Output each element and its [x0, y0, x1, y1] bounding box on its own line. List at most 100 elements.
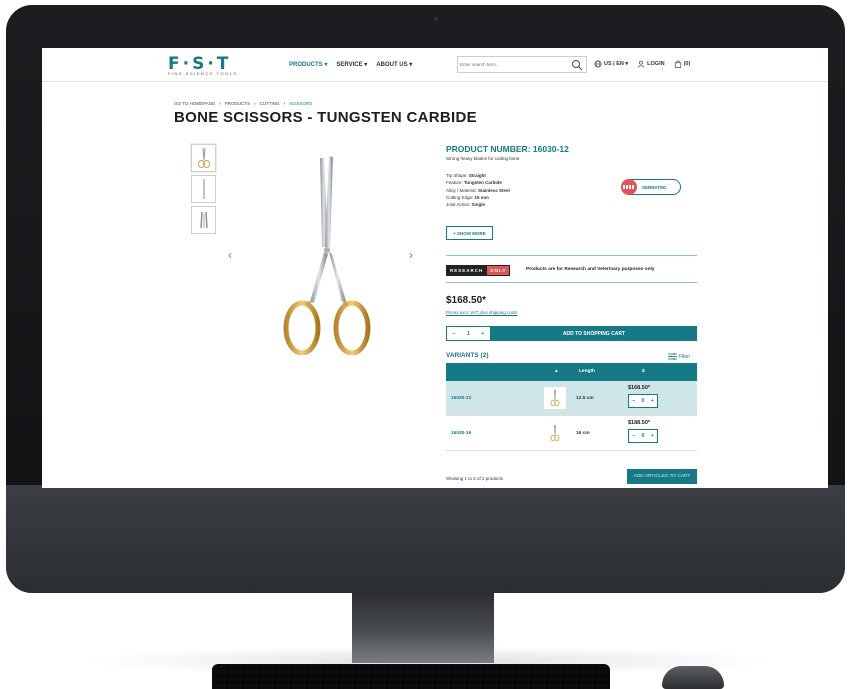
product-image-scissors — [283, 156, 371, 355]
serrated-badge: SERRATED — [621, 179, 681, 195]
search-box — [457, 56, 587, 73]
plus-icon[interactable]: + — [651, 398, 654, 404]
spec-label: Cutting Edge: — [446, 194, 475, 200]
monitor-stand — [352, 593, 494, 663]
menu-products[interactable]: PRODUCTS ▾ — [289, 61, 327, 68]
plus-icon[interactable]: + — [481, 331, 484, 337]
cart-link[interactable]: (0) — [674, 60, 691, 68]
scissors-closeup-thumbnail-icon — [199, 211, 208, 229]
region-selector[interactable]: US | EN ▾ — [594, 60, 628, 68]
scissors-thumbnail-icon — [550, 389, 560, 407]
variant-price: $188.50* — [628, 420, 651, 426]
variants-title: VARIANTS (2) — [446, 352, 489, 359]
quantity-value[interactable]: 1 — [467, 331, 470, 337]
breadcrumb-home[interactable]: GO TO HOMEPAGE — [174, 101, 215, 106]
thumbnail-2[interactable] — [191, 175, 216, 203]
chevron-right-icon: › — [219, 101, 221, 106]
spec-label: Feature: — [446, 180, 465, 186]
filter-button[interactable]: Filter — [668, 353, 690, 360]
serrated-label: SERRATED — [642, 184, 667, 190]
spec-tip-shape: Tip Shape: Straight — [446, 172, 510, 179]
browser-viewport: F·S·T FINE SCIENCE TOOLS PRODUCTS ▾ SERV… — [42, 48, 828, 488]
breadcrumb: GO TO HOMEPAGE › PRODUCTS › CUTTING › SC… — [174, 101, 312, 106]
search-icon[interactable] — [571, 59, 583, 71]
add-articles-to-cart-button[interactable]: ADD ARTICLES TO CART — [627, 469, 697, 484]
thumbnail-3[interactable] — [191, 206, 216, 234]
serrated-edge-icon — [621, 179, 637, 195]
product-description: Strong heavy blades for cutting bone. — [446, 156, 521, 161]
spec-joint-action: Joint Action: Single — [446, 201, 510, 208]
spec-value: Single — [471, 202, 486, 208]
divider — [446, 255, 697, 256]
add-to-cart-button[interactable]: ADD TO SHOPPING CART — [491, 326, 697, 341]
research-only-badge: RESEARCH ONLY — [446, 265, 511, 276]
quantity-value[interactable]: 0 — [642, 398, 645, 404]
search-input[interactable] — [460, 59, 560, 70]
chevron-right-icon: › — [254, 101, 256, 106]
menu-about-us[interactable]: ABOUT US ▾ — [376, 61, 412, 68]
user-icon — [637, 60, 645, 68]
spec-value: Stainless Steel — [478, 187, 510, 193]
price-note-link[interactable]: Prices excl. VAT plus shipping costs — [446, 310, 518, 315]
mouse — [662, 666, 724, 689]
globe-icon — [594, 60, 602, 68]
variant-thumbnail — [544, 422, 566, 444]
page-title: BONE SCISSORS - TUNGSTEN CARBIDE — [174, 109, 477, 126]
filter-sliders-icon — [668, 353, 677, 360]
gallery-next-arrow-icon[interactable]: › — [409, 248, 413, 262]
column-price[interactable]: $ — [642, 369, 645, 374]
login-label: LOGIN — [647, 61, 665, 67]
spec-label: Alloy / Material: — [446, 187, 479, 193]
logo-tagline: FINE SCIENCE TOOLS — [168, 71, 238, 76]
divider — [446, 282, 697, 283]
minus-icon[interactable]: – — [632, 398, 635, 404]
variant-length: 16 cm — [576, 431, 590, 436]
camera — [434, 17, 438, 21]
variant-quantity-stepper: – 0 + — [628, 429, 658, 443]
product-price: $168.50* — [446, 295, 487, 306]
product-number: PRODUCT NUMBER: 16030-12 — [446, 144, 569, 154]
spec-list: Tip Shape: Straight Feature: Tungsten Ca… — [446, 172, 510, 208]
variant-price: $168.50* — [628, 385, 651, 391]
variant-thumbnail — [544, 387, 566, 409]
plus-icon[interactable]: + — [651, 433, 654, 439]
shopping-bag-icon — [674, 60, 681, 68]
thumbnail-1[interactable] — [191, 144, 216, 172]
sort-arrow-icon[interactable]: ▲ — [554, 369, 559, 374]
spec-feature: Feature: Tungsten Carbide — [446, 179, 510, 186]
top-nav: F·S·T FINE SCIENCE TOOLS PRODUCTS ▾ SERV… — [42, 48, 828, 82]
variant-number[interactable]: 16030-16 — [451, 431, 471, 436]
spec-label: Joint Action: — [446, 202, 472, 208]
breadcrumb-scissors[interactable]: SCISSORS — [289, 101, 312, 106]
minus-icon[interactable]: – — [453, 331, 456, 337]
spec-label: Tip Shape: — [446, 173, 469, 178]
results-count: Showing 1 to 2 of 2 products — [446, 476, 504, 481]
breadcrumb-cutting[interactable]: CUTTING — [260, 101, 280, 106]
spec-material: Alloy / Material: Stainless Steel — [446, 187, 510, 194]
only-label: ONLY — [487, 265, 511, 276]
variant-number[interactable]: 16030-12 — [451, 396, 471, 401]
spec-value: Tungsten Carbide — [464, 180, 502, 186]
scissors-side-thumbnail-icon — [203, 179, 204, 199]
cart-count: (0) — [683, 61, 691, 67]
monitor-chin — [6, 485, 845, 593]
column-length[interactable]: Length — [579, 369, 595, 374]
research-label: RESEARCH — [446, 265, 488, 276]
menu-service[interactable]: SERVICE ▾ — [336, 61, 367, 68]
show-more-button[interactable]: + SHOW MORE — [446, 226, 493, 240]
login-link[interactable]: LOGIN — [637, 60, 665, 68]
keyboard — [212, 664, 610, 689]
quantity-value[interactable]: 0 — [642, 433, 645, 439]
scissors-thumbnail-icon — [197, 147, 210, 168]
table-row[interactable]: 16030-12 12.5 cm $168.50* – 0 + — [446, 381, 697, 416]
minus-icon[interactable]: – — [632, 433, 635, 439]
filter-label: Filter — [679, 353, 691, 360]
nav-utilities: US | EN ▾ LOGIN (0) — [594, 60, 690, 68]
variant-length: 12.5 cm — [576, 396, 594, 401]
gallery-prev-arrow-icon[interactable]: ‹ — [228, 248, 232, 262]
breadcrumb-products[interactable]: PRODUCTS — [225, 101, 250, 106]
variants-table-header: ▲ Length $ — [446, 363, 697, 381]
quantity-stepper: – 1 + — [446, 326, 491, 341]
monitor-bezel: F·S·T FINE SCIENCE TOOLS PRODUCTS ▾ SERV… — [6, 5, 845, 593]
table-row[interactable]: 16030-16 16 cm $188.50* – 0 + — [446, 416, 697, 451]
